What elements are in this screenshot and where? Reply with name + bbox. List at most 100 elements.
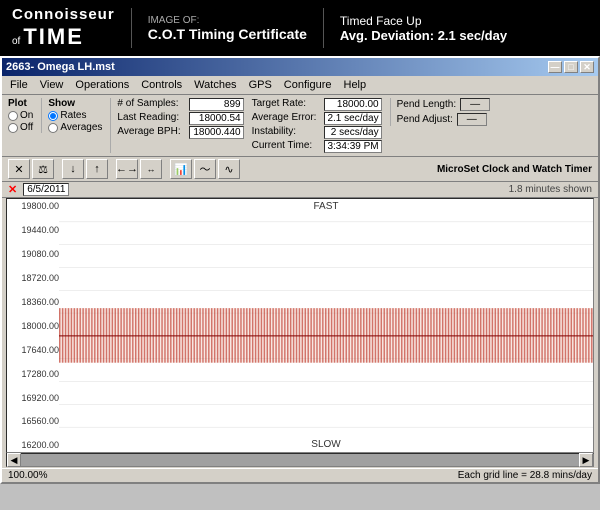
y-label-2: 19080.00 [9, 249, 59, 259]
titlebar-buttons: — □ ✕ [548, 61, 594, 73]
maximize-button[interactable]: □ [564, 61, 578, 73]
brand-deviation-label: Avg. Deviation: [340, 28, 434, 43]
brand-image-of-label: IMAGE OF: [148, 15, 307, 26]
status-x-btn[interactable]: ✕ [8, 183, 17, 196]
minimize-button[interactable]: — [548, 61, 562, 73]
y-label-6: 17640.00 [9, 345, 59, 355]
pend-adjust-value: — [457, 113, 487, 126]
tool-btn-down[interactable]: ↓ [62, 159, 84, 179]
chart-plot-area: FAST [59, 199, 593, 452]
toolbar-area: Plot On Off Show Rates Averages [2, 95, 598, 157]
window-title: 2663- Omega LH.mst [6, 61, 115, 73]
plot-on-radio[interactable] [8, 111, 18, 121]
microset-label: MicroSet Clock and Watch Timer [437, 164, 592, 175]
menu-configure[interactable]: Configure [278, 77, 338, 93]
brand-of: of [12, 36, 20, 48]
brand-logo: Connoisseur of TIME [12, 6, 115, 50]
brand-info: IMAGE OF: C.O.T Timing Certificate [148, 15, 307, 42]
plot-on-row: On [8, 110, 33, 121]
current-time-label: Current Time: [252, 140, 317, 153]
tool-btn-scale[interactable]: ⚖ [32, 159, 54, 179]
scroll-track[interactable] [21, 454, 579, 466]
target-rate-label: Target Rate: [252, 98, 317, 111]
current-time-value: 3:34:39 PM [324, 140, 381, 153]
pend-adjust-row: Pend Adjust: — [397, 113, 491, 126]
tool-btn-x[interactable]: ✕ [8, 159, 30, 179]
brand-divider2 [323, 8, 324, 48]
chart-label-slow: SLOW [311, 439, 340, 450]
show-rates-radio[interactable] [48, 111, 58, 121]
menu-view[interactable]: View [34, 77, 70, 93]
toolbar2: ✕ ⚖ ↓ ↑ ←→ ↔ 📊 〜 ∿ MicroSet Clock and Wa… [2, 157, 598, 182]
y-label-10: 16200.00 [9, 440, 59, 450]
plot-radio-group: On Off [8, 110, 33, 133]
show-label: Show [48, 98, 102, 109]
plot-off-row: Off [8, 122, 33, 133]
average-bph-label: Average BPH: [117, 126, 180, 139]
date-field[interactable]: 6/5/2011 [23, 183, 69, 196]
chart-svg [59, 199, 593, 452]
instability-value: 2 secs/day [324, 126, 381, 139]
menu-watches[interactable]: Watches [188, 77, 242, 93]
tool-btn-chart[interactable]: 📊 [170, 159, 192, 179]
brand-deviation-value: 2.1 sec/day [438, 28, 507, 43]
header-brand: Connoisseur of TIME IMAGE OF: C.O.T Timi… [0, 0, 600, 56]
chart-label-fast: FAST [313, 201, 338, 212]
samples-label: # of Samples: [117, 98, 180, 111]
menu-operations[interactable]: Operations [69, 77, 135, 93]
average-bph-value: 18000.440 [189, 126, 244, 139]
menu-controls[interactable]: Controls [135, 77, 188, 93]
y-label-0: 19800.00 [9, 201, 59, 211]
show-averages-label: Averages [60, 122, 102, 133]
brand-connoisseur: Connoisseur [12, 6, 115, 24]
samples-value: 899 [189, 98, 244, 111]
show-rates-label: Rates [60, 110, 86, 121]
scroll-right-btn[interactable]: ▶ [579, 453, 593, 467]
tool-btn-wave2[interactable]: ∿ [218, 159, 240, 179]
menu-gps[interactable]: GPS [243, 77, 278, 93]
plot-off-radio[interactable] [8, 123, 18, 133]
close-button[interactable]: ✕ [580, 61, 594, 73]
y-label-3: 18720.00 [9, 273, 59, 283]
pend-length-label: Pend Length: [397, 99, 457, 110]
menu-file[interactable]: File [4, 77, 34, 93]
y-label-8: 16920.00 [9, 393, 59, 403]
y-label-5: 18000.00 [9, 321, 59, 331]
y-axis: 19800.00 19440.00 19080.00 18720.00 1836… [7, 199, 59, 452]
menubar: File View Operations Controls Watches GP… [2, 76, 598, 95]
pend-length-value: — [460, 98, 490, 111]
last-reading-value: 18000.54 [189, 112, 244, 125]
y-label-7: 17280.00 [9, 369, 59, 379]
minutes-shown: 1.8 minutes shown [509, 184, 592, 195]
brand-time: TIME [23, 24, 84, 50]
brand-divider [131, 8, 132, 48]
avg-error-label: Average Error: [252, 112, 317, 125]
brand-timing: Timed Face Up Avg. Deviation: 2.1 sec/da… [340, 14, 507, 43]
target-rate-value: 18000.00 [324, 98, 381, 111]
menu-help[interactable]: Help [338, 77, 373, 93]
show-rates-row: Rates [48, 110, 102, 121]
tool-btn-wave1[interactable]: 〜 [194, 159, 216, 179]
statusbar-top: ✕ 6/5/2011 1.8 minutes shown [2, 182, 598, 198]
tool-btn-left-right[interactable]: ←→ [116, 159, 138, 179]
plot-label: Plot [8, 98, 33, 109]
show-averages-row: Averages [48, 122, 102, 133]
y-label-1: 19440.00 [9, 225, 59, 235]
tool-btn-up[interactable]: ↑ [86, 159, 108, 179]
chart-container: 19800.00 19440.00 19080.00 18720.00 1836… [6, 198, 594, 453]
pend-section: Pend Length: — Pend Adjust: — [390, 98, 491, 126]
zoom-percent: 100.00% [8, 470, 47, 481]
brand-certificate: C.O.T Timing Certificate [148, 26, 307, 42]
titlebar: 2663- Omega LH.mst — □ ✕ [2, 58, 598, 76]
plot-on-label: On [20, 110, 33, 121]
avg-error-value: 2.1 sec/day [324, 112, 381, 125]
plot-off-label: Off [20, 122, 33, 133]
scroll-left-btn[interactable]: ◀ [7, 453, 21, 467]
grid-info: Each grid line = 28.8 mins/day [458, 470, 592, 481]
scrollbar-area[interactable]: ◀ ▶ [6, 453, 594, 467]
brand-deviation: Avg. Deviation: 2.1 sec/day [340, 28, 507, 43]
last-reading-label: Last Reading: [117, 112, 180, 125]
show-averages-radio[interactable] [48, 123, 58, 133]
tool-btn-zoom-in[interactable]: ↔ [140, 159, 162, 179]
brand-face-up: Timed Face Up [340, 14, 507, 28]
